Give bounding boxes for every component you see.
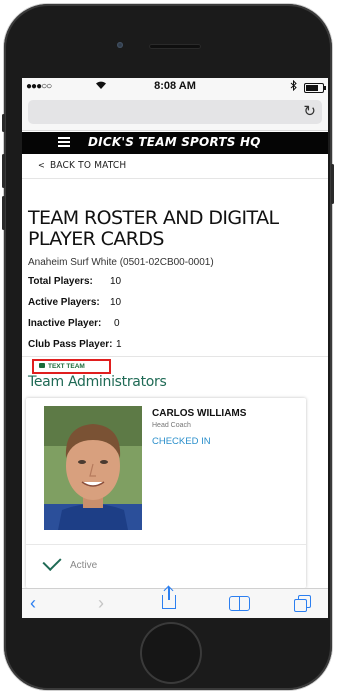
chevron-left-icon[interactable]: ‹ [30, 593, 36, 613]
text-team-button[interactable]: TEXT TEAM [32, 359, 111, 374]
stat-label: Club Pass Player: [28, 339, 113, 350]
share-icon[interactable] [162, 587, 176, 609]
admin-card[interactable]: CARLOS WILLIAMS Head Coach CHECKED IN Ac… [26, 398, 306, 588]
browser-address-area: ↻ [22, 96, 328, 131]
front-camera [117, 42, 123, 48]
stat-value: 10 [110, 297, 122, 308]
active-status-label: Active [70, 560, 98, 571]
roster-stats: Total Players: 10 Active Players: 10 Inact… [28, 276, 122, 360]
stat-label: Active Players: [28, 297, 100, 308]
power-button [331, 164, 334, 204]
admin-role: Head Coach [152, 422, 191, 429]
text-team-label: TEXT TEAM [48, 363, 85, 370]
volume-down-button [2, 196, 5, 230]
address-bar[interactable]: ↻ [28, 100, 322, 124]
chat-icon [39, 362, 45, 368]
tabs-icon[interactable] [294, 595, 311, 612]
book-icon[interactable] [229, 596, 251, 611]
divider [22, 178, 328, 179]
admin-name: CARLOS WILLIAMS [152, 408, 247, 419]
hamburger-icon[interactable] [58, 137, 70, 147]
avatar [44, 406, 142, 530]
site-title[interactable]: DICK'S TEAM SPORTS HQ [88, 135, 261, 149]
chevron-left-icon: < [38, 161, 45, 171]
chevron-right-icon[interactable]: › [98, 593, 104, 613]
status-bar: ●●●○○ 8:08 AM [22, 78, 328, 96]
check-in-status: CHECKED IN [152, 436, 211, 447]
stat-label: Total Players: [28, 276, 93, 287]
stat-value: 10 [110, 276, 122, 287]
stat-value: 1 [116, 339, 122, 350]
team-name: Anaheim Surf White (0501-02CB00-0001) [28, 257, 214, 268]
divider [22, 356, 328, 357]
back-link-label: BACK TO MATCH [50, 160, 127, 171]
page-title: TEAM ROSTER AND DIGITAL PLAYER CARDS [28, 207, 279, 250]
mute-switch [2, 114, 5, 132]
reload-icon[interactable]: ↻ [303, 102, 316, 120]
stat-row: Active Players: 10 [28, 297, 121, 318]
stat-row: Inactive Player: 0 [28, 318, 120, 339]
bluetooth-icon [290, 79, 297, 94]
stat-row: Total Players: 10 [28, 276, 121, 297]
browser-toolbar: ‹ › [22, 587, 328, 618]
divider [26, 544, 306, 545]
section-title: Team Administrators [28, 374, 167, 390]
phone-screen: ●●●○○ 8:08 AM ↻ DICK'S TEAM SPORTS HQ < B… [22, 78, 328, 618]
stat-value: 0 [114, 318, 120, 329]
home-button[interactable] [140, 622, 202, 684]
volume-up-button [2, 154, 5, 188]
earpiece-speaker [149, 44, 201, 49]
back-to-match-link[interactable]: < BACK TO MATCH [38, 160, 126, 171]
battery-icon [304, 83, 326, 93]
check-icon [42, 551, 62, 572]
status-time: 8:08 AM [154, 80, 196, 92]
site-header: DICK'S TEAM SPORTS HQ [22, 132, 328, 154]
stat-label: Inactive Player: [28, 318, 102, 329]
